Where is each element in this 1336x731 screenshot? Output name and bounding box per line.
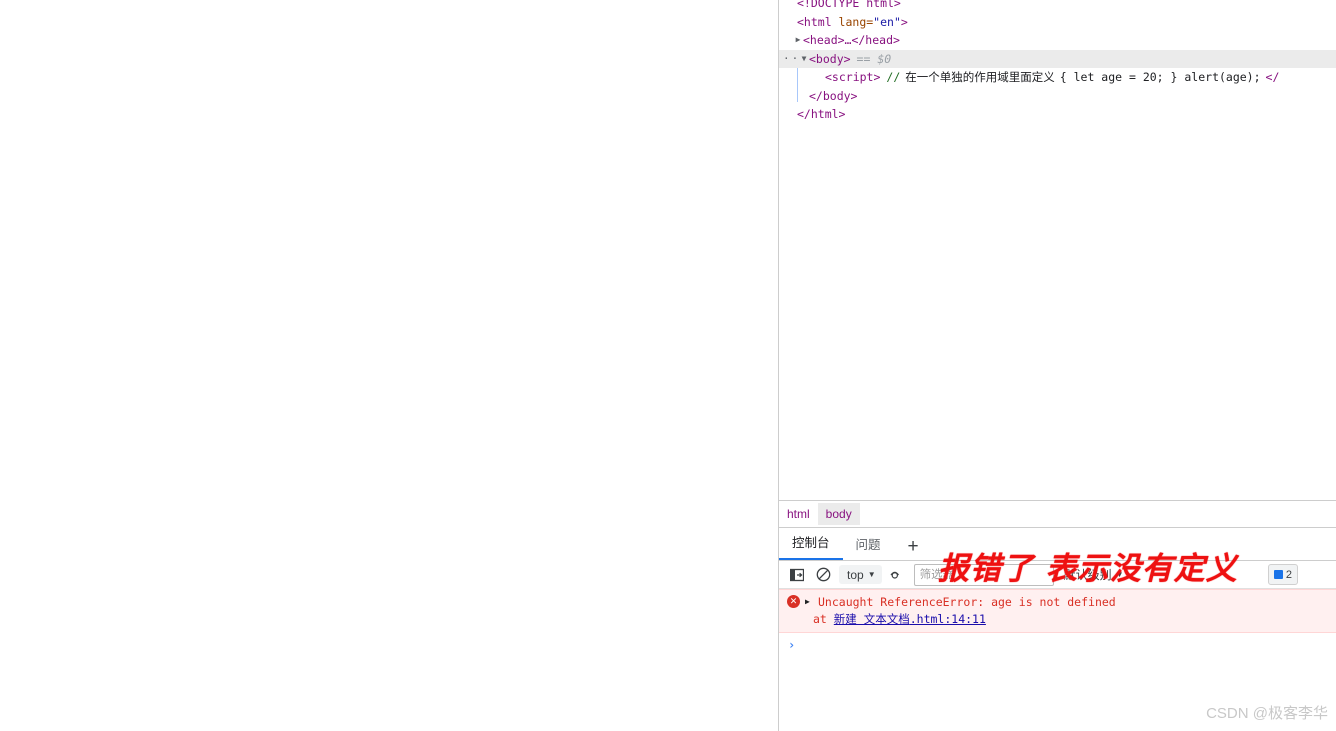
console-error-message[interactable]: ✕ ▶ Uncaught ReferenceError: age is not … — [779, 589, 1336, 633]
dom-tree[interactable]: <!DOCTYPE html> <html lang="en"> ▶ <head>… — [779, 0, 1336, 500]
page-viewport — [0, 0, 778, 731]
tab-issues[interactable]: 问题 — [843, 532, 894, 560]
html-attr-name: lang= — [831, 14, 874, 29]
watermark: CSDN @极客李华 — [1206, 705, 1328, 722]
dom-row-html-open[interactable]: <html lang="en"> — [779, 13, 1336, 32]
breadcrumb: html body — [779, 500, 1336, 528]
tab-console[interactable]: 控制台 — [779, 530, 843, 560]
dom-row-doctype[interactable]: <!DOCTYPE html> — [779, 0, 1336, 13]
html-close-text: </html> — [797, 107, 846, 121]
log-level-label: 默认级别 — [1063, 568, 1112, 582]
error-icon: ✕ — [787, 595, 800, 608]
script-tag: <script> — [825, 70, 881, 84]
html-attr-value: "en" — [873, 14, 901, 29]
dom-row-html-close[interactable]: </html> — [779, 105, 1336, 124]
issues-badge[interactable]: 2 — [1267, 564, 1298, 585]
error-source-position[interactable]: .html:14:11 — [910, 612, 986, 626]
issues-count: 2 — [1285, 568, 1292, 581]
console-prompt[interactable]: › — [779, 633, 1336, 652]
chevron-right-icon[interactable]: ▶ — [805, 594, 813, 609]
execution-context-label: top — [847, 567, 864, 582]
chevron-down-icon: ▼ — [1115, 569, 1124, 579]
error-text: Uncaught ReferenceError: age is not defi… — [818, 595, 1116, 609]
dom-row-script[interactable]: <script> // 在一个单独的作用域里面定义 { let age = 20; }… — [779, 68, 1336, 87]
body-text: <body> — [809, 51, 851, 66]
chevron-right-icon[interactable]: ▶ — [793, 31, 803, 50]
dom-row-head[interactable]: ▶ <head>…</head> — [779, 31, 1336, 50]
prompt-chevron-icon: › — [788, 638, 796, 652]
add-tab-button[interactable]: + — [894, 537, 929, 560]
console-sidebar-icon[interactable] — [787, 565, 807, 585]
script-code: { let age = 20; } alert(age); — [1059, 70, 1261, 84]
console-toolbar: top ▼ 默认级别 ▼ 2 — [779, 561, 1336, 589]
more-options-icon[interactable]: ··· — [783, 50, 809, 69]
comment-slashes: // — [886, 70, 901, 84]
chevron-down-icon: ▼ — [867, 569, 876, 579]
doctype-text: <!DOCTYPE html> — [797, 0, 901, 10]
comment-chinese: 在一个单独的作用域里面定义 — [905, 70, 1055, 84]
console-filter-input[interactable] — [913, 563, 1054, 586]
script-tag-end: </ — [1265, 70, 1280, 84]
dom-row-body-close[interactable]: </body> — [779, 87, 1336, 106]
dom-row-body-open[interactable]: ··· ▼ <body> == $0 — [779, 49, 1336, 69]
devtools-panel: <!DOCTYPE html> <html lang="en"> ▶ <head>… — [778, 0, 1336, 731]
error-source-link[interactable]: 新建 文本文档 — [834, 612, 910, 626]
breadcrumb-item-html[interactable]: html — [779, 503, 818, 525]
clear-console-icon[interactable] — [813, 565, 833, 585]
issues-icon — [1273, 570, 1283, 579]
html-tag-open: <html — [797, 14, 832, 29]
drawer-tab-strip: 控制台 问题 + — [779, 529, 1336, 561]
breadcrumb-item-body[interactable]: body — [817, 503, 860, 525]
html-tag-close: > — [900, 14, 908, 29]
error-at-label: at — [813, 612, 827, 626]
execution-context-dropdown[interactable]: top ▼ — [839, 565, 882, 584]
live-expression-icon[interactable] — [888, 565, 908, 585]
body-close-text: </body> — [809, 88, 858, 103]
selected-node-ref: == $0 — [856, 51, 892, 66]
head-text: <head>…</head> — [803, 33, 900, 47]
log-level-dropdown[interactable]: 默认级别 ▼ — [1060, 564, 1128, 585]
